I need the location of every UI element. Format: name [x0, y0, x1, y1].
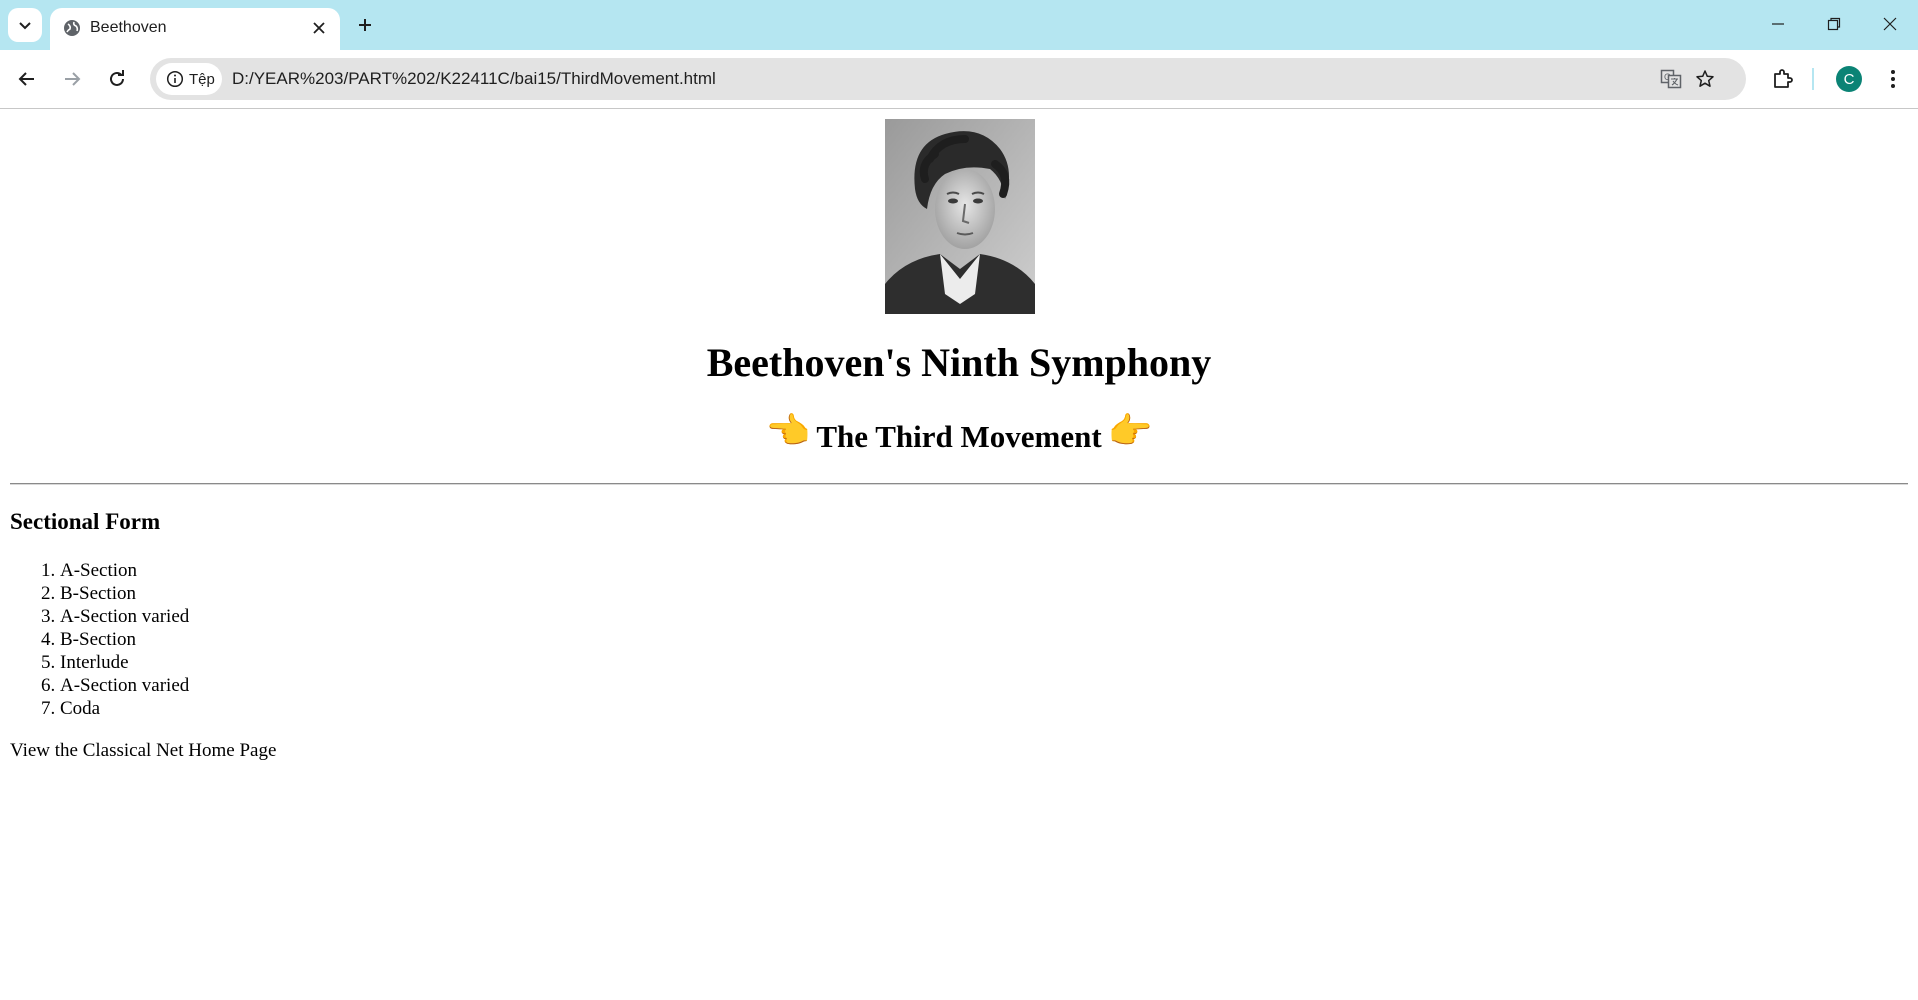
minimize-icon	[1772, 23, 1784, 25]
browser-menu-button[interactable]	[1880, 62, 1906, 96]
sections-list: A-Section B-Section A-Section varied B-S…	[10, 559, 189, 720]
home-page-link[interactable]: View the Classical Net Home Page	[10, 740, 276, 762]
reload-button[interactable]	[100, 62, 134, 96]
new-tab-button[interactable]	[352, 12, 378, 38]
tab-title: Beethoven	[90, 19, 167, 36]
more-vertical-icon	[1891, 70, 1895, 88]
arrow-left-icon	[18, 72, 34, 86]
puzzle-icon	[1774, 69, 1793, 88]
beethoven-portrait	[885, 119, 1035, 314]
star-icon	[1696, 70, 1714, 87]
close-tab-button[interactable]	[308, 17, 330, 39]
list-item: A-Section	[60, 559, 189, 582]
forward-button[interactable]	[55, 62, 89, 96]
address-bar[interactable]: Tệp D:/YEAR%203/PART%202/K22411C/bai15/T…	[150, 58, 1746, 100]
bookmark-button[interactable]	[1692, 66, 1718, 92]
profile-avatar[interactable]: C	[1836, 66, 1862, 92]
section-heading: Sectional Form	[10, 509, 161, 534]
tab-beethoven[interactable]: Beethoven	[50, 8, 340, 50]
restore-icon	[1827, 17, 1841, 31]
translate-button[interactable]: G	[1658, 66, 1684, 92]
back-button[interactable]	[10, 62, 44, 96]
tab-search-button[interactable]	[8, 8, 42, 42]
globe-icon	[64, 20, 80, 36]
list-item: B-Section	[60, 628, 189, 651]
site-info-label: Tệp	[189, 70, 215, 88]
page-subtitle: 👈 The Third Movement 👉	[0, 413, 1918, 455]
list-item: B-Section	[60, 582, 189, 605]
list-item: Coda	[60, 697, 189, 720]
site-info-chip[interactable]: Tệp	[156, 63, 222, 95]
subtitle-text: The Third Movement	[816, 419, 1102, 454]
list-item: Interlude	[60, 651, 189, 674]
hand-pointing-left-icon: 👈	[765, 411, 811, 451]
minimize-button[interactable]	[1758, 8, 1798, 40]
page-title: Beethoven's Ninth Symphony	[706, 340, 1212, 385]
chevron-down-icon	[19, 22, 31, 30]
url-text[interactable]: D:/YEAR%203/PART%202/K22411C/bai15/Third…	[232, 69, 716, 89]
horizontal-rule	[10, 483, 1908, 485]
browser-toolbar: Tệp D:/YEAR%203/PART%202/K22411C/bai15/T…	[0, 50, 1918, 109]
hand-pointing-right-icon: 👉	[1107, 411, 1153, 451]
tab-strip: Beethoven	[0, 0, 1918, 50]
list-item: A-Section varied	[60, 605, 189, 628]
reload-icon	[110, 70, 124, 86]
plus-icon	[359, 19, 371, 31]
close-icon	[1883, 17, 1897, 31]
restore-button[interactable]	[1814, 8, 1854, 40]
close-window-button[interactable]	[1870, 8, 1910, 40]
translate-icon: G	[1660, 69, 1682, 89]
toolbar-divider	[1812, 68, 1814, 90]
page-content: Beethoven's Ninth Symphony 👈 The Third M…	[0, 109, 1918, 1000]
info-icon	[166, 70, 184, 88]
extensions-button[interactable]	[1766, 62, 1800, 96]
arrow-right-icon	[65, 72, 81, 86]
list-item: A-Section varied	[60, 674, 189, 697]
close-icon	[313, 22, 325, 34]
